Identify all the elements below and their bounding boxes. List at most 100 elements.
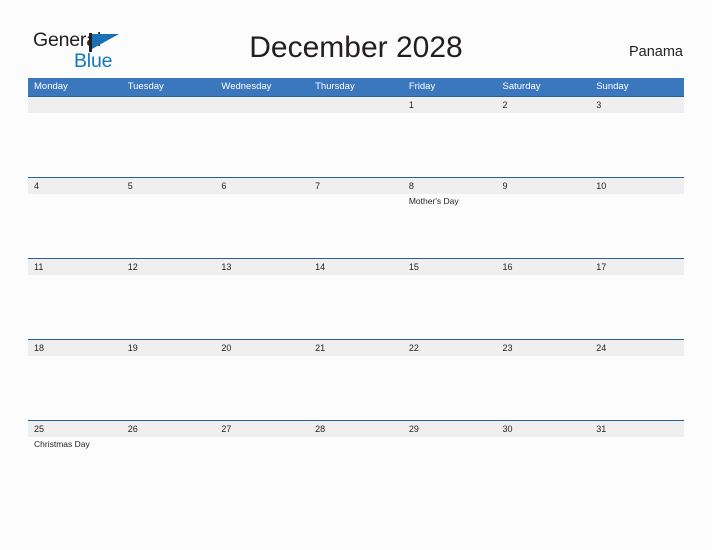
day-cell[interactable] xyxy=(122,275,216,338)
date-number[interactable]: 16 xyxy=(497,259,591,275)
day-cell[interactable] xyxy=(590,275,684,338)
weekday-header-row: Monday Tuesday Wednesday Thursday Friday… xyxy=(28,78,684,96)
day-cell[interactable] xyxy=(309,437,403,500)
weekday-header-wednesday: Wednesday xyxy=(221,81,272,92)
date-number[interactable]: 12 xyxy=(122,259,216,275)
day-cell[interactable]: Mother's Day xyxy=(403,194,497,257)
date-number[interactable]: 5 xyxy=(122,178,216,194)
day-cell[interactable] xyxy=(122,113,216,176)
date-number[interactable]: 6 xyxy=(215,178,309,194)
date-number[interactable]: 25 xyxy=(28,421,122,437)
date-number[interactable] xyxy=(215,97,309,113)
date-number[interactable]: 9 xyxy=(497,178,591,194)
date-number[interactable]: 23 xyxy=(497,340,591,356)
date-number[interactable]: 1 xyxy=(403,97,497,113)
day-cell[interactable] xyxy=(497,113,591,176)
week-events-row xyxy=(28,356,684,419)
date-number[interactable]: 19 xyxy=(122,340,216,356)
date-number[interactable]: 28 xyxy=(309,421,403,437)
date-number[interactable]: 10 xyxy=(590,178,684,194)
page-header: General Blue December 2028 Panama xyxy=(0,0,712,78)
week-row: 11 12 13 14 15 16 17 xyxy=(28,258,684,339)
day-cell[interactable] xyxy=(28,275,122,338)
date-number[interactable]: 24 xyxy=(590,340,684,356)
calendar-page: General Blue December 2028 Panama Monday… xyxy=(0,0,712,550)
day-cell[interactable] xyxy=(215,356,309,419)
day-cell[interactable]: Christmas Day xyxy=(28,437,122,500)
day-cell[interactable] xyxy=(497,194,591,257)
day-cell[interactable] xyxy=(215,275,309,338)
date-number[interactable]: 2 xyxy=(497,97,591,113)
day-cell[interactable] xyxy=(497,437,591,500)
date-number[interactable]: 30 xyxy=(497,421,591,437)
day-cell[interactable] xyxy=(28,113,122,176)
date-number[interactable]: 20 xyxy=(215,340,309,356)
day-cell[interactable] xyxy=(215,437,309,500)
date-number[interactable]: 22 xyxy=(403,340,497,356)
day-cell[interactable] xyxy=(590,356,684,419)
date-number[interactable]: 31 xyxy=(590,421,684,437)
day-cell[interactable] xyxy=(497,356,591,419)
week-date-strip: 25 26 27 28 29 30 31 xyxy=(28,420,684,437)
weekday-header-monday: Monday xyxy=(34,81,68,92)
date-number[interactable]: 21 xyxy=(309,340,403,356)
event-label: Mother's Day xyxy=(408,196,459,206)
day-cell[interactable] xyxy=(309,275,403,338)
day-cell[interactable] xyxy=(590,113,684,176)
week-row: 18 19 20 21 22 23 24 xyxy=(28,339,684,420)
week-events-row: Mother's Day xyxy=(28,194,684,257)
day-cell[interactable] xyxy=(403,113,497,176)
page-title: December 2028 xyxy=(249,31,463,64)
date-number[interactable] xyxy=(28,97,122,113)
weekday-header-thursday: Thursday xyxy=(315,81,355,92)
day-cell[interactable] xyxy=(309,113,403,176)
week-date-strip: 11 12 13 14 15 16 17 xyxy=(28,258,684,275)
weekday-header-saturday: Saturday xyxy=(502,81,541,92)
day-cell[interactable] xyxy=(215,113,309,176)
week-row: 25 26 27 28 29 30 31 Christmas Day xyxy=(28,420,684,501)
day-cell[interactable] xyxy=(590,194,684,257)
day-cell[interactable] xyxy=(497,275,591,338)
weekday-header-friday: Friday xyxy=(408,81,436,92)
date-number[interactable]: 8 xyxy=(403,178,497,194)
day-cell[interactable] xyxy=(309,356,403,419)
calendar-grid: Monday Tuesday Wednesday Thursday Friday… xyxy=(28,78,684,501)
week-row: 4 5 6 7 8 9 10 Mother's Day xyxy=(28,177,684,258)
event-label: Christmas Day xyxy=(34,439,90,449)
day-cell[interactable] xyxy=(122,356,216,419)
date-number[interactable]: 3 xyxy=(590,97,684,113)
date-number[interactable]: 26 xyxy=(122,421,216,437)
day-cell[interactable] xyxy=(215,194,309,257)
day-cell[interactable] xyxy=(590,437,684,500)
week-row: 1 2 3 xyxy=(28,96,684,177)
country-label: Panama xyxy=(628,44,683,60)
date-number[interactable]: 13 xyxy=(215,259,309,275)
day-cell[interactable] xyxy=(403,437,497,500)
date-number[interactable]: 4 xyxy=(28,178,122,194)
weekday-header-sunday: Sunday xyxy=(596,81,629,92)
date-number[interactable] xyxy=(309,97,403,113)
week-events-row xyxy=(28,113,684,176)
date-number[interactable]: 15 xyxy=(403,259,497,275)
day-cell[interactable] xyxy=(403,275,497,338)
date-number[interactable]: 14 xyxy=(309,259,403,275)
date-number[interactable]: 11 xyxy=(28,259,122,275)
date-number[interactable]: 7 xyxy=(309,178,403,194)
week-date-strip: 4 5 6 7 8 9 10 xyxy=(28,177,684,194)
date-number[interactable]: 29 xyxy=(403,421,497,437)
week-events-row xyxy=(28,275,684,338)
date-number[interactable]: 18 xyxy=(28,340,122,356)
week-events-row: Christmas Day xyxy=(28,437,684,500)
day-cell[interactable] xyxy=(309,194,403,257)
day-cell[interactable] xyxy=(122,194,216,257)
day-cell[interactable] xyxy=(28,194,122,257)
week-date-strip: 1 2 3 xyxy=(28,96,684,113)
weekday-header-tuesday: Tuesday xyxy=(127,81,164,92)
day-cell[interactable] xyxy=(28,356,122,419)
date-number[interactable]: 17 xyxy=(590,259,684,275)
date-number[interactable] xyxy=(122,97,216,113)
day-cell[interactable] xyxy=(403,356,497,419)
day-cell[interactable] xyxy=(122,437,216,500)
date-number[interactable]: 27 xyxy=(215,421,309,437)
week-date-strip: 18 19 20 21 22 23 24 xyxy=(28,339,684,356)
